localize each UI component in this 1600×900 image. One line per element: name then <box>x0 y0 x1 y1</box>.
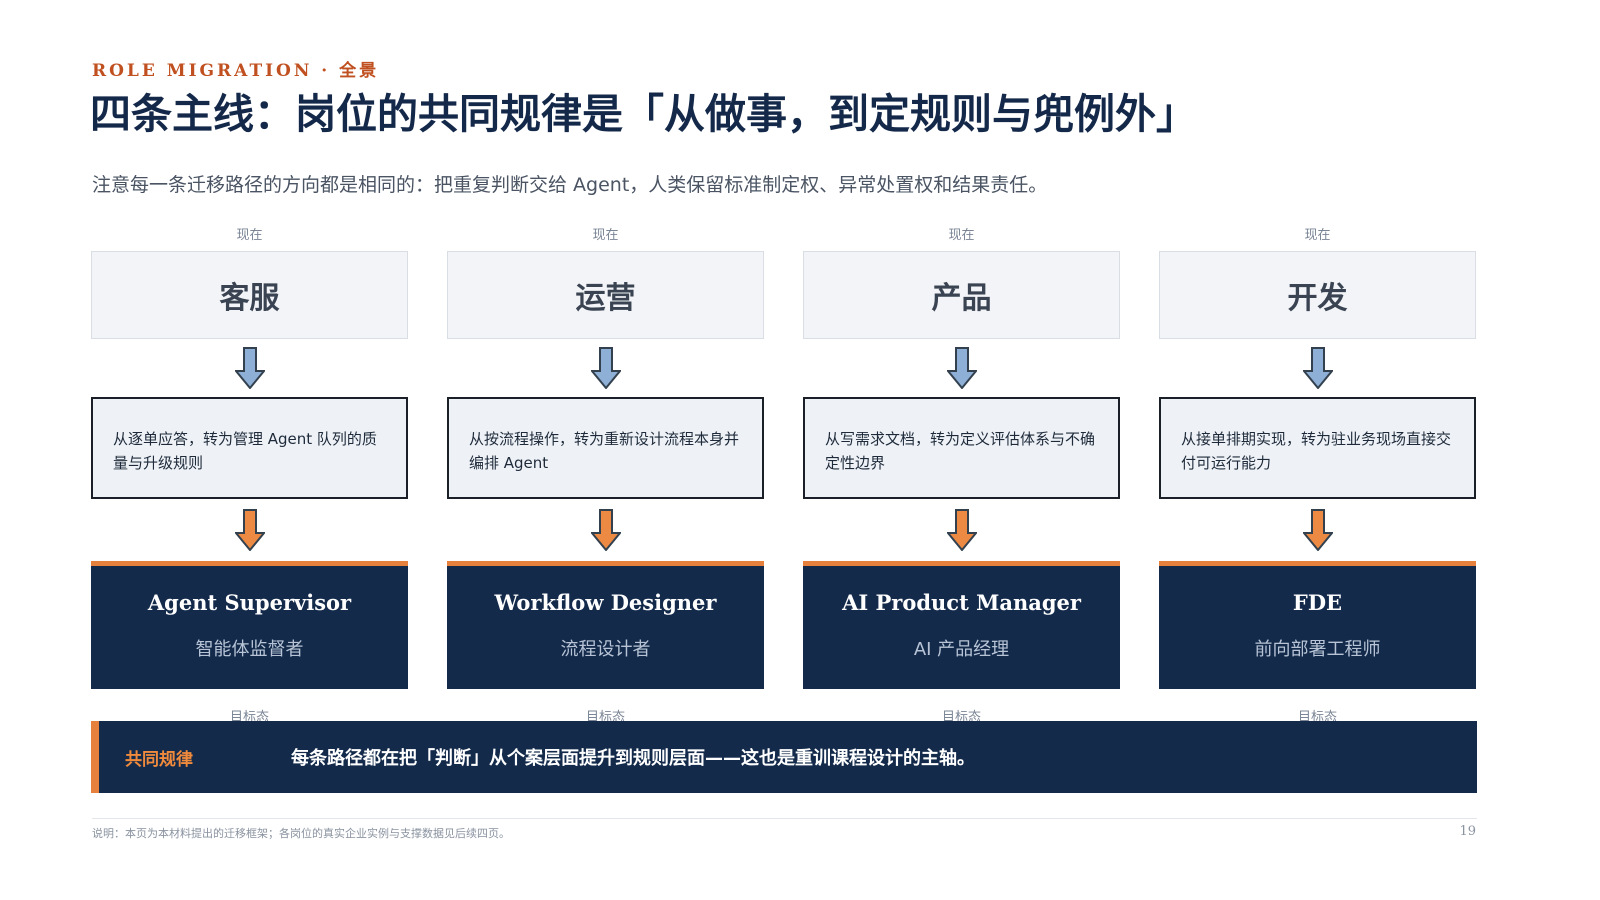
migration-column-4: 现在 开发 从接单排期实现，转为驻业务现场直接交付可运行能力 FDE 前向部署工… <box>1159 224 1476 689</box>
target-role-en: FDE <box>1292 590 1343 615</box>
now-label: 现在 <box>236 228 263 243</box>
down-arrow-icon <box>91 339 408 397</box>
target-role-box: AI Product Manager AI 产品经理 <box>803 561 1120 689</box>
common-law-label: 共同规律 <box>125 749 193 770</box>
now-label: 现在 <box>948 228 975 243</box>
migration-column-3: 现在 产品 从写需求文档，转为定义评估体系与不确定性边界 AI Product … <box>803 224 1120 689</box>
now-label: 现在 <box>592 228 619 243</box>
page-subtitle: 注意每一条迁移路径的方向都是相同的：把重复判断交给 Agent，人类保留标准制定… <box>92 174 1048 196</box>
current-role-box: 产品 <box>803 251 1120 339</box>
footnote: 说明：本页为本材料提出的迁移框架；各岗位的真实企业实例与支撑数据见后续四页。 <box>92 827 510 840</box>
current-role-box: 开发 <box>1159 251 1476 339</box>
eyebrow-label: ROLE MIGRATION · 全景 <box>92 61 380 81</box>
target-role-box: FDE 前向部署工程师 <box>1159 561 1476 689</box>
target-role-zh: AI 产品经理 <box>913 639 1010 660</box>
common-law-text: 每条路径都在把「判断」从个案层面提升到规则层面——这也是重训课程设计的主轴。 <box>291 748 975 769</box>
current-role-box: 客服 <box>91 251 408 339</box>
target-role-en: AI Product Manager <box>842 590 1081 615</box>
down-arrow-icon <box>803 339 1120 397</box>
page-number: 19 <box>1459 824 1476 839</box>
common-law-banner: 共同规律 每条路径都在把「判断」从个案层面提升到规则层面——这也是重训课程设计的… <box>91 721 1477 793</box>
migration-description: 从逐单应答，转为管理 Agent 队列的质量与升级规则 <box>91 397 408 499</box>
migration-column-2: 现在 运营 从按流程操作，转为重新设计流程本身并编排 Agent Workflo… <box>447 224 764 689</box>
migration-description: 从按流程操作，转为重新设计流程本身并编排 Agent <box>447 397 764 499</box>
migration-column-1: 现在 客服 从逐单应答，转为管理 Agent 队列的质量与升级规则 Agent … <box>91 224 408 689</box>
now-label: 现在 <box>1304 228 1331 243</box>
target-role-zh: 流程设计者 <box>560 639 651 660</box>
footer-divider <box>92 818 1477 819</box>
page-title: 四条主线：岗位的共同规律是「从做事，到定规则与兜例外」 <box>90 90 1197 138</box>
migration-description: 从接单排期实现，转为驻业务现场直接交付可运行能力 <box>1159 397 1476 499</box>
target-role-zh: 智能体监督者 <box>195 639 304 660</box>
current-role-box: 运营 <box>447 251 764 339</box>
target-role-zh: 前向部署工程师 <box>1254 639 1381 660</box>
down-arrow-icon <box>1159 339 1476 397</box>
down-arrow-icon <box>447 499 764 561</box>
target-role-en: Workflow Designer <box>494 590 717 615</box>
down-arrow-icon <box>1159 499 1476 561</box>
down-arrow-icon <box>447 339 764 397</box>
target-role-box: Workflow Designer 流程设计者 <box>447 561 764 689</box>
target-role-box: Agent Supervisor 智能体监督者 <box>91 561 408 689</box>
target-role-en: Agent Supervisor <box>147 590 352 615</box>
down-arrow-icon <box>91 499 408 561</box>
migration-description: 从写需求文档，转为定义评估体系与不确定性边界 <box>803 397 1120 499</box>
down-arrow-icon <box>803 499 1120 561</box>
